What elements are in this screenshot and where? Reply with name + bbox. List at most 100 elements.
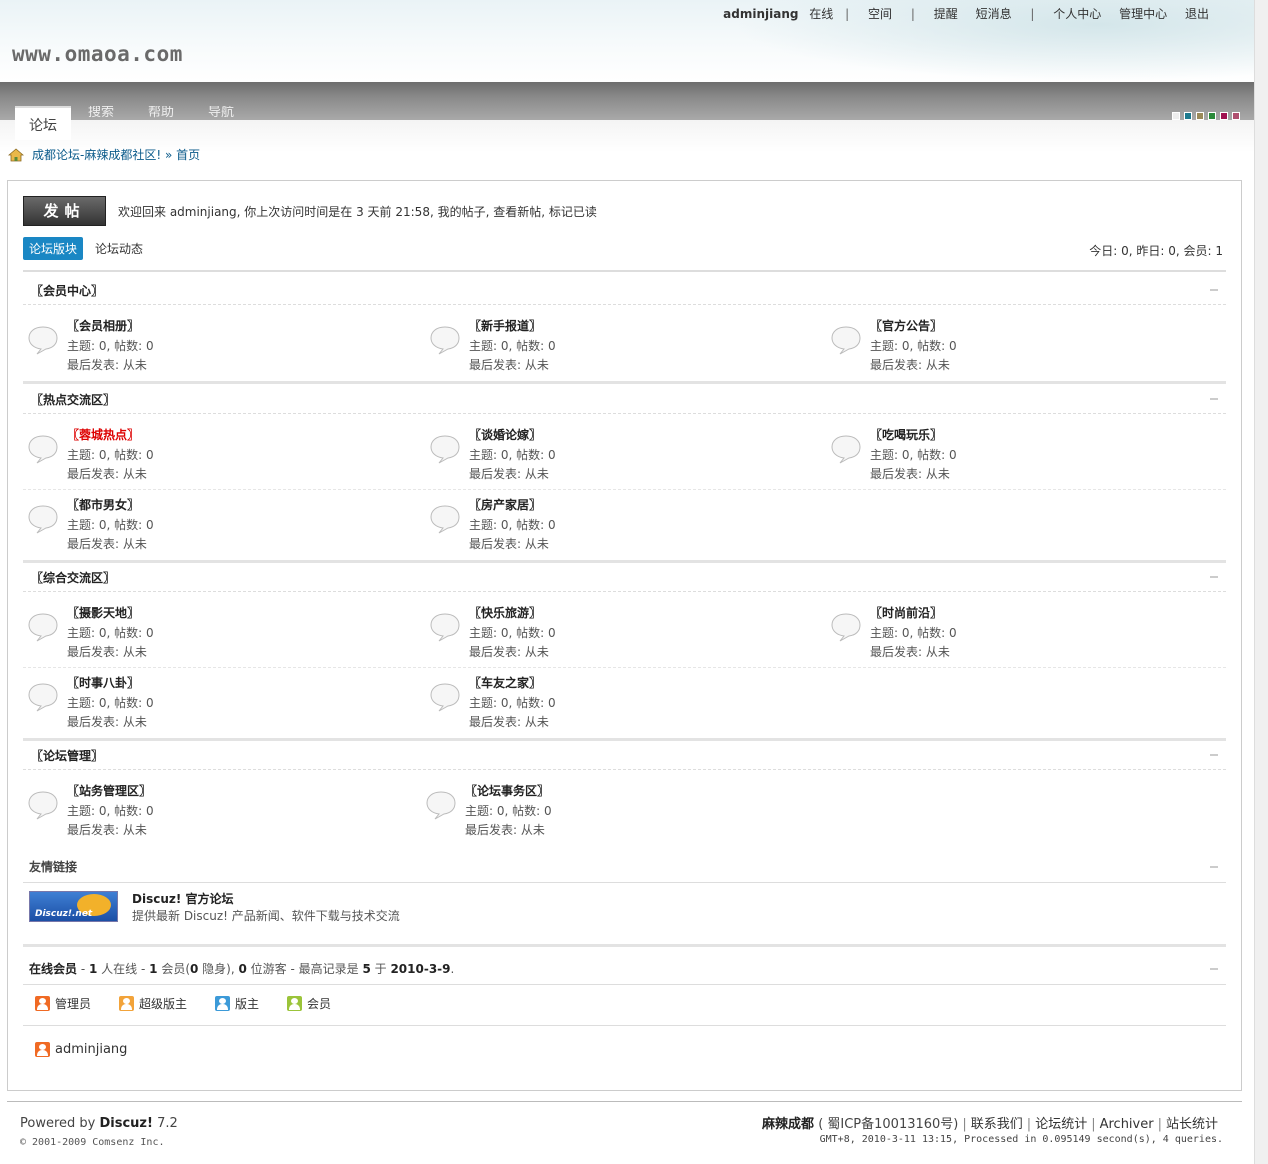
icp-number[interactable]: ( 蜀ICP备10013160号) (818, 1117, 958, 1132)
site-logo[interactable]: www.omaoa.com (12, 42, 183, 66)
forum-last-post: 最后发表: 从未 (67, 358, 147, 372)
discuz-logo[interactable]: Discuz!.net (29, 891, 118, 922)
tab-navigation[interactable]: 导航 (208, 106, 234, 120)
style-color-swatch[interactable] (1184, 112, 1192, 120)
pm-link[interactable]: 短消息 (976, 7, 1012, 21)
forum-meta: 主题: 0, 帖数: 0 最后发表: 从未 (67, 337, 154, 375)
style-color-swatch[interactable] (1208, 112, 1216, 120)
legend-mod: 版主 (215, 995, 259, 1012)
space-link[interactable]: 空间 (868, 7, 892, 21)
forum-stats-text: 主题: 0, 帖数: 0 (67, 696, 154, 710)
forum-name[interactable]: 〖车友之家〗 (469, 674, 541, 691)
style-color-swatch[interactable] (1232, 112, 1240, 120)
online-summary: 在线会员 - 1 人在线 - 1 会员(0 隐身), 0 位游客 - 最高记录是… (29, 960, 454, 977)
tab-forum-boards[interactable]: 论坛版块 (23, 237, 84, 260)
forum-name[interactable]: 〖论坛事务区〗 (465, 782, 549, 799)
category-title[interactable]: 〖综合交流区〗 (31, 571, 115, 585)
legend-admin: 管理员 (35, 995, 91, 1012)
forum-item: 〖车友之家〗 主题: 0, 帖数: 0 最后发表: 从未 (425, 674, 805, 734)
forum-name[interactable]: 〖时尚前沿〗 (870, 604, 942, 621)
collapse-icon[interactable] (1210, 576, 1218, 578)
discuz-link[interactable]: Discuz! (99, 1116, 152, 1131)
logout-link[interactable]: 退出 (1185, 7, 1209, 21)
notice-link[interactable]: 提醒 (934, 7, 958, 21)
forum-bubble-icon (430, 683, 460, 712)
collapse-icon[interactable] (1210, 968, 1218, 970)
friend-link-name[interactable]: Discuz! 官方论坛 (132, 890, 234, 907)
forum-name[interactable]: 〖蓉城热点〗 (67, 426, 139, 443)
forum-bubble-icon (28, 791, 58, 820)
forum-name[interactable]: 〖摄影天地〗 (67, 604, 139, 621)
forum-bubble-icon (430, 505, 460, 534)
online-text: 人在线 - (97, 962, 150, 976)
forum-stats-text: 主题: 0, 帖数: 0 (67, 448, 154, 462)
window-scrollbar[interactable] (1254, 0, 1268, 1164)
online-user-link[interactable]: adminjiang (55, 1042, 127, 1057)
contact-link[interactable]: 联系我们 (971, 1117, 1023, 1132)
category-section: 〖会员中心〗 〖会员相册〗 主题: 0, 帖数: 0 最后发表: 从未 〖新手报道… (23, 277, 1226, 387)
webmaster-stats-link[interactable]: 站长统计 (1166, 1117, 1218, 1132)
forum-name[interactable]: 〖官方公告〗 (870, 317, 942, 334)
legend-super-mod: 超级版主 (119, 995, 187, 1012)
username-link[interactable]: adminjiang (723, 7, 798, 21)
divider (23, 270, 1226, 272)
forum-item: 〖快乐旅游〗 主题: 0, 帖数: 0 最后发表: 从未 (425, 604, 805, 664)
collapse-icon[interactable] (1210, 398, 1218, 400)
forum-name[interactable]: 〖会员相册〗 (67, 317, 139, 334)
forum-stats-text: 主题: 0, 帖数: 0 (469, 518, 556, 532)
forum-name[interactable]: 〖站务管理区〗 (67, 782, 151, 799)
online-record-date: 2010-3-9 (390, 962, 451, 976)
forum-bubble-icon (831, 613, 861, 642)
tab-search[interactable]: 搜索 (88, 106, 114, 120)
style-color-swatch[interactable] (1220, 112, 1228, 120)
row-divider (23, 489, 1226, 490)
breadcrumb: 成都论坛-麻辣成都社区! » 首页 (8, 146, 200, 163)
forum-name[interactable]: 〖房产家居〗 (469, 496, 541, 513)
powered-by: Powered by Discuz! 7.2 (20, 1116, 178, 1131)
archiver-link[interactable]: Archiver (1100, 1117, 1154, 1132)
copyright: © 2001-2009 Comsenz Inc. (20, 1137, 165, 1148)
forum-item: 〖站务管理区〗 主题: 0, 帖数: 0 最后发表: 从未 (23, 782, 403, 842)
row-divider (23, 667, 1226, 668)
new-post-button[interactable]: 发帖 (23, 196, 106, 226)
legend-label: 会员 (307, 997, 332, 1011)
forum-name[interactable]: 〖都市男女〗 (67, 496, 139, 513)
forum-name[interactable]: 〖时事八卦〗 (67, 674, 139, 691)
forum-stats-text: 主题: 0, 帖数: 0 (870, 448, 957, 462)
tab-forum-activity[interactable]: 论坛动态 (83, 237, 155, 260)
admin-center-link[interactable]: 管理中心 (1119, 7, 1167, 21)
collapse-icon[interactable] (1210, 754, 1218, 756)
forum-stats-text: 主题: 0, 帖数: 0 (67, 339, 154, 353)
footer-separator: | (1026, 1117, 1032, 1132)
category-title[interactable]: 〖论坛管理〗 (31, 749, 103, 763)
style-color-swatch[interactable] (1172, 112, 1180, 120)
tab-help[interactable]: 帮助 (148, 106, 174, 120)
footer-separator: | (962, 1117, 967, 1132)
home-icon[interactable] (8, 147, 24, 162)
online-title[interactable]: 在线会员 (29, 962, 77, 976)
forum-name[interactable]: 〖谈婚论嫁〗 (469, 426, 541, 443)
forum-bubble-icon (430, 435, 460, 464)
tab-forum[interactable]: 论坛 (15, 106, 71, 140)
divider (23, 1025, 1226, 1026)
forum-meta: 主题: 0, 帖数: 0 最后发表: 从未 (469, 446, 556, 484)
forum-name[interactable]: 〖快乐旅游〗 (469, 604, 541, 621)
forum-bubble-icon (28, 683, 58, 712)
category-title[interactable]: 〖热点交流区〗 (31, 393, 115, 407)
online-members-header: 在线会员 - 1 人在线 - 1 会员(0 隐身), 0 位游客 - 最高记录是… (23, 951, 1226, 985)
collapse-icon[interactable] (1210, 866, 1218, 868)
profile-center-link[interactable]: 个人中心 (1053, 7, 1101, 21)
forum-name[interactable]: 〖吃喝玩乐〗 (870, 426, 942, 443)
collapse-icon[interactable] (1210, 289, 1218, 291)
breadcrumb-current[interactable]: 首页 (176, 146, 200, 163)
forum-meta: 主题: 0, 帖数: 0 最后发表: 从未 (469, 337, 556, 375)
style-color-swatch[interactable] (1196, 112, 1204, 120)
footer-site-name[interactable]: 麻辣成都 (762, 1117, 814, 1132)
stats-link[interactable]: 论坛统计 (1035, 1117, 1087, 1132)
section-divider (23, 560, 1226, 563)
breadcrumb-site[interactable]: 成都论坛-麻辣成都社区! (32, 146, 161, 163)
style-switcher (1172, 112, 1240, 120)
category-title[interactable]: 〖会员中心〗 (31, 284, 103, 298)
admin-user-icon (35, 1042, 50, 1057)
forum-name[interactable]: 〖新手报道〗 (469, 317, 541, 334)
